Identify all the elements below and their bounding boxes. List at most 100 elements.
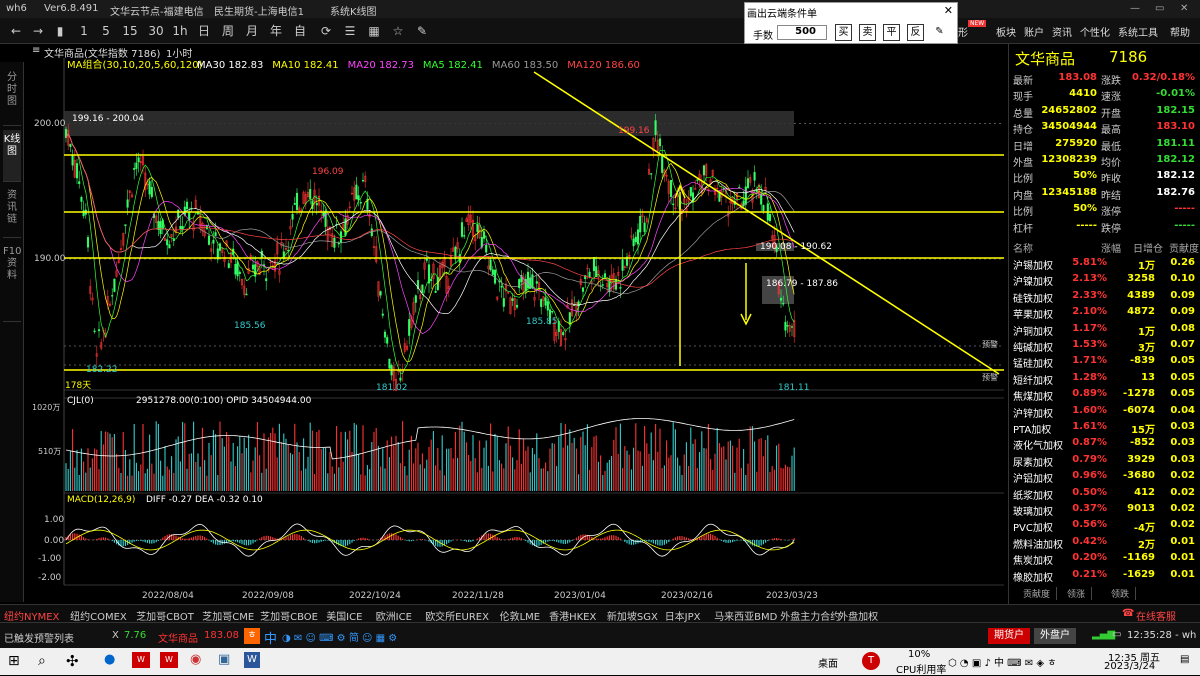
star-icon[interactable]: ☆ xyxy=(388,22,408,40)
menu-account[interactable]: 账户 xyxy=(1024,24,1044,39)
nav-news-chain[interactable]: 资讯链 xyxy=(3,186,21,238)
alert-close-button[interactable]: X xyxy=(112,630,119,641)
browser-icon[interactable]: ● xyxy=(104,652,115,667)
warn-label[interactable]: 预警 xyxy=(982,339,998,349)
list-item[interactable]: 苹果加权 2.10% 4872 0.09 xyxy=(1009,304,1200,321)
period-week[interactable]: 周 xyxy=(218,22,238,40)
foreign-account-button[interactable]: 外盘户 xyxy=(1034,628,1076,644)
tray-app-icon[interactable]: T xyxy=(862,652,880,670)
exchange-tab[interactable]: 新加坡SGX xyxy=(607,608,658,623)
list-item[interactable]: PVC加权 0.56% -4万 0.02 xyxy=(1009,517,1200,534)
menu-help[interactable]: 帮助 xyxy=(1170,24,1190,39)
list-header[interactable]: 贡献度 xyxy=(1169,240,1199,255)
period-5m[interactable]: 5 xyxy=(96,22,116,40)
list-tab[interactable]: 领涨 xyxy=(1067,587,1093,600)
close-position-button[interactable]: 平 xyxy=(883,24,900,41)
refresh-icon[interactable]: ⟳ xyxy=(316,22,336,40)
exchange-tab[interactable]: 欧洲ICE xyxy=(376,608,412,623)
list-item[interactable]: 纸浆加权 0.50% 412 0.02 xyxy=(1009,485,1200,502)
list-item[interactable]: 沪锌加权 1.60% -6074 0.04 xyxy=(1009,403,1200,420)
list-item[interactable]: 橡胶加权 0.21% -1629 0.01 xyxy=(1009,567,1200,584)
chart-menu-icon[interactable]: ≡ xyxy=(32,45,40,56)
word-icon[interactable]: W xyxy=(244,652,260,668)
draw-icon[interactable]: ✎ xyxy=(412,22,432,40)
exchange-tab[interactable]: 日本JPX xyxy=(665,608,701,623)
exchange-tab[interactable]: 美国ICE xyxy=(326,608,362,623)
period-1m[interactable]: 1 xyxy=(74,22,94,40)
period-month[interactable]: 月 xyxy=(242,22,262,40)
exchange-tab[interactable]: 芝加哥CBOT xyxy=(136,608,194,623)
sell-button[interactable]: 卖 xyxy=(859,24,876,41)
exchange-tab[interactable]: 纽约NYMEX xyxy=(4,608,59,623)
maximize-icon[interactable]: ▭ xyxy=(1155,3,1164,14)
menu-system-tools[interactable]: 系统工具 xyxy=(1118,24,1158,39)
online-service-link[interactable]: 在线客服 xyxy=(1136,608,1176,623)
period-15m[interactable]: 15 xyxy=(120,22,140,40)
chart-type-icon[interactable]: ▮ xyxy=(50,22,70,40)
reverse-button[interactable]: 反 xyxy=(907,24,924,41)
list-header[interactable]: 涨幅 xyxy=(1101,240,1121,255)
list-item[interactable]: 玻璃加权 0.37% 9013 0.02 xyxy=(1009,501,1200,518)
ime-tools-icons[interactable]: ◑ ✉ ☺ ⌨ ⚙ 简 ☺ ▦ ⚙ xyxy=(282,629,397,644)
list-item[interactable]: 硅铁加权 2.33% 4389 0.09 xyxy=(1009,288,1200,305)
menu-sector[interactable]: 板块 xyxy=(996,24,1016,39)
close-icon[interactable]: ✕ xyxy=(944,4,953,17)
warn-label[interactable]: 预警 xyxy=(982,372,998,382)
list-item[interactable]: 短纤加权 1.28% 13 0.05 xyxy=(1009,370,1200,387)
exchange-tab[interactable]: 外盘主力合约 xyxy=(780,608,840,623)
list-item[interactable]: 液化气加权 0.87% -852 0.03 xyxy=(1009,435,1200,452)
list-item[interactable]: PTA加权 1.61% 15万 0.03 xyxy=(1009,419,1200,436)
period-custom[interactable]: 自 xyxy=(290,22,310,40)
list-header[interactable]: 名称 xyxy=(1013,240,1033,255)
list-tab[interactable]: 贡献度 xyxy=(1023,587,1058,600)
search-icon[interactable]: ⌕ xyxy=(38,653,46,669)
exchange-tab[interactable]: 芝加哥CBOE xyxy=(260,608,318,623)
nav-kline[interactable]: K线图 xyxy=(3,130,21,182)
ime-mode[interactable]: 中 xyxy=(264,628,277,647)
list-item[interactable]: 沪锡加权 5.81% 1万 0.26 xyxy=(1009,255,1200,272)
period-day[interactable]: 日 xyxy=(194,22,214,40)
list-item[interactable]: 尿素加权 0.79% 3929 0.03 xyxy=(1009,452,1200,469)
app-blue-icon[interactable]: ▣ xyxy=(218,652,230,667)
monitor-icon[interactable]: ▭ xyxy=(1112,629,1121,640)
tray-icons[interactable]: ⬡ ◔ ▣ ♪ 中 ⌨ ✉ ◈ ㅎ xyxy=(948,654,1056,669)
period-30m[interactable]: 30 xyxy=(146,22,166,40)
exchange-tab[interactable]: 外盘加权 xyxy=(838,608,878,623)
buy-button[interactable]: 买 xyxy=(835,24,852,41)
exchange-tab[interactable]: 马来西亚BMD xyxy=(714,608,777,623)
kline-chart[interactable]: MA组合(30,10,20,5,60,120)MA30 182.83 MA10 1… xyxy=(24,58,1008,604)
qty-input[interactable]: 500 xyxy=(777,25,827,40)
wh6-app2-icon[interactable]: W xyxy=(160,652,178,668)
list-header[interactable]: 日增仓 xyxy=(1133,240,1163,255)
app-red-icon[interactable]: ◉ xyxy=(190,652,201,667)
list-item[interactable]: 沪镍加权 2.13% 3258 0.10 xyxy=(1009,271,1200,288)
desktop-label[interactable]: 桌面 xyxy=(818,655,838,670)
period-year[interactable]: 年 xyxy=(266,22,286,40)
list-item[interactable]: 焦煤加权 0.89% -1278 0.05 xyxy=(1009,386,1200,403)
minimize-icon[interactable]: — xyxy=(1130,3,1140,14)
notification-icon[interactable]: ▤ xyxy=(1180,654,1189,665)
input-method-icon[interactable]: ㅎ xyxy=(244,628,260,644)
futures-account-button[interactable]: 期货户 xyxy=(988,628,1030,644)
layout-icon[interactable]: ▦ xyxy=(364,22,384,40)
windows-start-icon[interactable]: ⊞ xyxy=(8,653,20,669)
pen-icon[interactable]: ✎ xyxy=(931,24,948,41)
list-icon[interactable]: ☰ xyxy=(340,22,360,40)
menu-news[interactable]: 资讯 xyxy=(1052,24,1072,39)
list-item[interactable]: 燃料油加权 0.42% 2万 0.01 xyxy=(1009,534,1200,551)
exchange-tab[interactable]: 欧交所EUREX xyxy=(425,608,489,623)
list-item[interactable]: 沪铝加权 0.96% -3680 0.02 xyxy=(1009,468,1200,485)
menu-shape[interactable]: 形 xyxy=(958,24,968,39)
app-fan-icon[interactable]: ✣ xyxy=(66,652,79,670)
nav-timeshare[interactable]: 分时图 xyxy=(3,68,21,126)
back-icon[interactable]: ← xyxy=(6,22,26,40)
nav-f10[interactable]: F10资料 xyxy=(3,242,21,322)
alert-list-label[interactable]: 已触发预警列表 xyxy=(4,630,74,645)
exchange-tab[interactable]: 纽约COMEX xyxy=(70,608,127,623)
period-1h[interactable]: 1h xyxy=(170,22,190,40)
wh6-app-icon[interactable]: W xyxy=(132,652,150,668)
menu-personalize[interactable]: 个性化 xyxy=(1080,24,1110,39)
list-item[interactable]: 纯碱加权 1.53% 3万 0.07 xyxy=(1009,337,1200,354)
forward-icon[interactable]: → xyxy=(28,22,48,40)
online-service-icon[interactable]: ☎ xyxy=(1122,608,1134,619)
